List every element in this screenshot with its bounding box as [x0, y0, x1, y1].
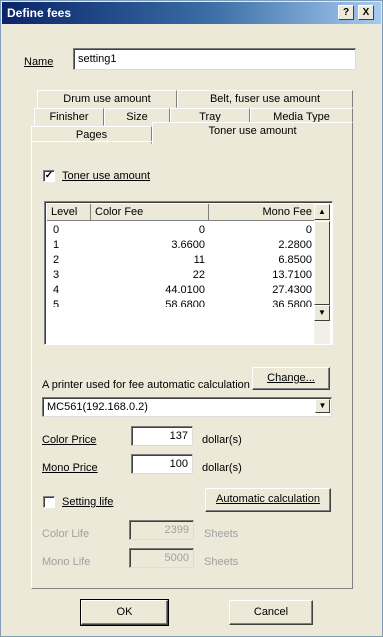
name-field[interactable]: setting1 [73, 48, 356, 70]
mono-life-unit: Sheets [204, 556, 239, 568]
chevron-down-icon[interactable]: ▼ [315, 399, 330, 413]
mono-price-field[interactable]: 100 [131, 454, 193, 474]
mono-price-label: Mono Price [42, 462, 98, 474]
cell-color-fee: 44.0100 [165, 284, 205, 296]
tab-finisher[interactable]: Finisher [34, 108, 104, 126]
color-price-unit: dollar(s) [202, 434, 242, 446]
cell-mono-fee: 6.8500 [278, 254, 312, 266]
color-price-label: Color Price [42, 434, 97, 446]
toner-use-amount-label: Toner use amount [62, 170, 151, 182]
list-scrollbar[interactable]: ▲ ▼ [314, 204, 330, 344]
dialog-title: Define fees [7, 6, 72, 20]
cell-level: 0 [53, 224, 60, 236]
table-row[interactable]: 1 3.6600 2.2800 [47, 238, 316, 253]
tab-toner-use-amount[interactable]: Toner use amount [152, 122, 353, 144]
mono-life-label: Mono Life [42, 556, 91, 568]
cell-mono-fee: 0 [305, 224, 312, 236]
toner-use-amount-checkbox[interactable]: ✓ [43, 170, 55, 182]
table-row[interactable]: 0 0 0 [47, 223, 316, 238]
check-icon: ✓ [44, 170, 54, 181]
cell-mono-fee: 13.7100 [272, 269, 312, 281]
cell-level: 2 [53, 254, 60, 266]
automatic-calculation-button[interactable]: Automatic calculation [205, 488, 331, 512]
change-button[interactable]: Change... [252, 367, 330, 390]
cell-level: 1 [53, 239, 60, 251]
color-life-label: Color Life [42, 528, 90, 540]
define-fees-dialog: Define fees ? X Name setting1 Drum use a… [0, 0, 383, 637]
color-life-field[interactable]: 2399 [129, 520, 194, 540]
mono-life-field[interactable]: 5000 [129, 548, 194, 568]
column-header-color-fee[interactable]: Color Fee [91, 204, 209, 221]
cell-color-fee: 22 [192, 269, 205, 281]
tab-drum-use-amount[interactable]: Drum use amount [37, 90, 177, 108]
column-header-mono-fee[interactable]: Mono Fee [209, 204, 316, 221]
table-row[interactable]: 5 58.6800 36.5800 [47, 298, 316, 307]
ok-button[interactable]: OK [80, 599, 169, 626]
cell-color-fee: 3.6600 [171, 239, 205, 251]
cell-level: 5 [53, 299, 60, 307]
title-bar: Define fees ? X [2, 2, 381, 24]
cell-color-fee: 11 [193, 254, 205, 266]
color-life-unit: Sheets [204, 528, 239, 540]
printer-selected-value: MC561(192.168.0.2) [47, 401, 148, 413]
cell-mono-fee: 2.2800 [278, 239, 312, 251]
cell-color-fee: 0 [198, 224, 205, 236]
printer-label: A printer used for fee automatic calcula… [42, 379, 250, 391]
cell-level: 3 [53, 269, 60, 281]
close-button[interactable]: X [358, 5, 374, 20]
scroll-down-icon[interactable]: ▼ [314, 305, 330, 321]
color-price-field[interactable]: 137 [131, 426, 193, 446]
list-header: Level Color Fee Mono Fee [47, 204, 316, 221]
cancel-button[interactable]: Cancel [229, 600, 313, 625]
setting-life-checkbox[interactable] [43, 496, 55, 508]
fee-level-list[interactable]: Level Color Fee Mono Fee 0 0 0 1 3.6600 … [44, 201, 333, 345]
setting-life-label: Setting life [62, 496, 114, 508]
table-row[interactable]: 3 22 13.7100 [47, 268, 316, 283]
scroll-thumb[interactable] [314, 221, 330, 305]
scroll-up-icon[interactable]: ▲ [314, 204, 330, 220]
cell-color-fee: 58.6800 [165, 299, 205, 307]
name-label: Name [24, 56, 54, 68]
table-row[interactable]: 2 11 6.8500 [47, 253, 316, 268]
mono-price-unit: dollar(s) [202, 462, 242, 474]
tab-belt-fuser-use-amount[interactable]: Belt, fuser use amount [177, 90, 353, 108]
table-row[interactable]: 4 44.0100 27.4300 [47, 283, 316, 298]
cell-mono-fee: 27.4300 [272, 284, 312, 296]
cell-mono-fee: 36.5800 [272, 299, 312, 307]
cell-level: 4 [53, 284, 60, 296]
help-button[interactable]: ? [338, 5, 354, 20]
printer-select[interactable]: MC561(192.168.0.2) ▼ [42, 397, 332, 417]
column-header-level[interactable]: Level [47, 204, 91, 221]
